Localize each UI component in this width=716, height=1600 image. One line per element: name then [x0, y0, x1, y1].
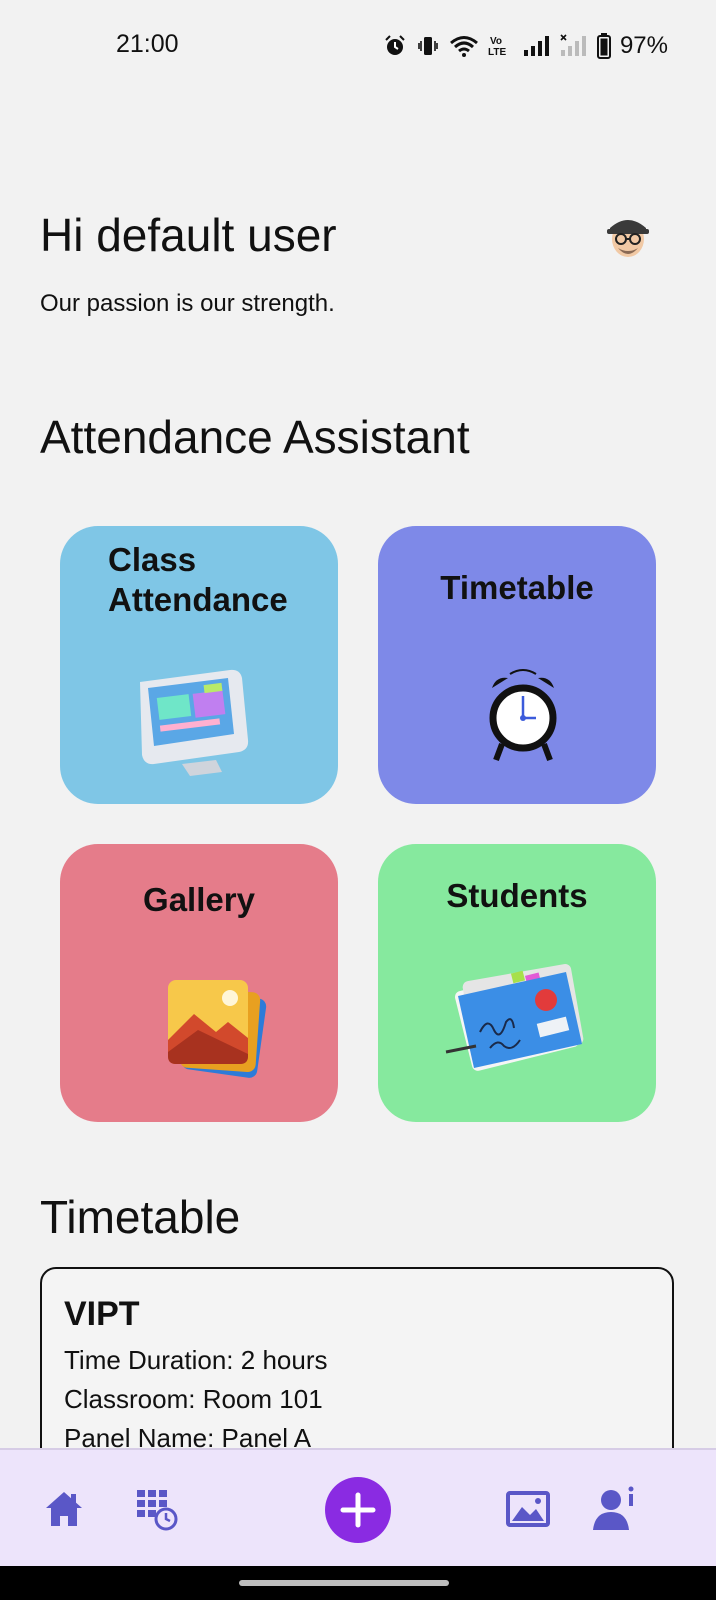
tagline-text: Our passion is our strength.	[40, 290, 335, 317]
card-label: Timetable	[440, 569, 594, 606]
section-title-attendance-assistant: Attendance Assistant	[40, 411, 470, 463]
profile-info-icon	[593, 1486, 634, 1530]
add-icon	[340, 1492, 376, 1528]
schedule-icon	[137, 1490, 178, 1531]
nav-gallery-button[interactable]	[500, 1450, 556, 1568]
gallery-icon	[168, 980, 268, 1083]
students-card[interactable]: Students	[378, 844, 656, 1122]
add-button[interactable]	[325, 1477, 391, 1543]
volte-icon: Vo LTE	[488, 36, 506, 58]
signal-icon	[523, 36, 549, 56]
alarm-icon	[385, 35, 405, 55]
nav-profile-button[interactable]	[588, 1450, 644, 1568]
nav-home-button[interactable]	[36, 1450, 92, 1568]
battery-level: 97%	[619, 32, 668, 59]
greeting-text: Hi default user	[40, 209, 337, 261]
computer-icon	[132, 668, 252, 783]
svg-text:LTE: LTE	[488, 47, 506, 58]
wifi-icon	[449, 36, 478, 57]
avatar[interactable]	[605, 210, 651, 260]
nav-schedule-button[interactable]	[126, 1450, 186, 1568]
gallery-card[interactable]: Gallery	[60, 844, 338, 1122]
home-icon	[46, 1492, 82, 1526]
subject-name: VIPT	[64, 1295, 140, 1333]
timetable-card[interactable]: Timetable	[378, 526, 656, 804]
status-icons: Vo LTE 97%	[383, 30, 668, 62]
svg-text:Vo: Vo	[490, 36, 502, 47]
status-time: 21:00	[116, 30, 179, 58]
card-label: Students	[446, 877, 588, 914]
signal-empty-icon	[560, 34, 586, 56]
status-bar: 21:00 Vo LTE 97%	[0, 0, 716, 92]
folder-icon	[442, 956, 592, 1091]
section-title-timetable: Timetable	[40, 1191, 241, 1243]
battery-icon	[596, 33, 611, 59]
image-icon	[506, 1491, 550, 1527]
bottom-navigation	[0, 1448, 716, 1568]
gesture-handle[interactable]	[239, 1580, 449, 1586]
class-attendance-card[interactable]: Class Attendance	[60, 526, 338, 804]
card-label: Class Attendance	[108, 541, 288, 618]
time-duration: Time Duration: 2 hours	[64, 1345, 328, 1375]
system-gesture-bar	[0, 1566, 716, 1600]
vibrate-icon	[418, 37, 438, 55]
alarm-clock-icon	[488, 666, 558, 769]
classroom: Classroom: Room 101	[64, 1384, 323, 1414]
card-label: Gallery	[143, 881, 255, 918]
